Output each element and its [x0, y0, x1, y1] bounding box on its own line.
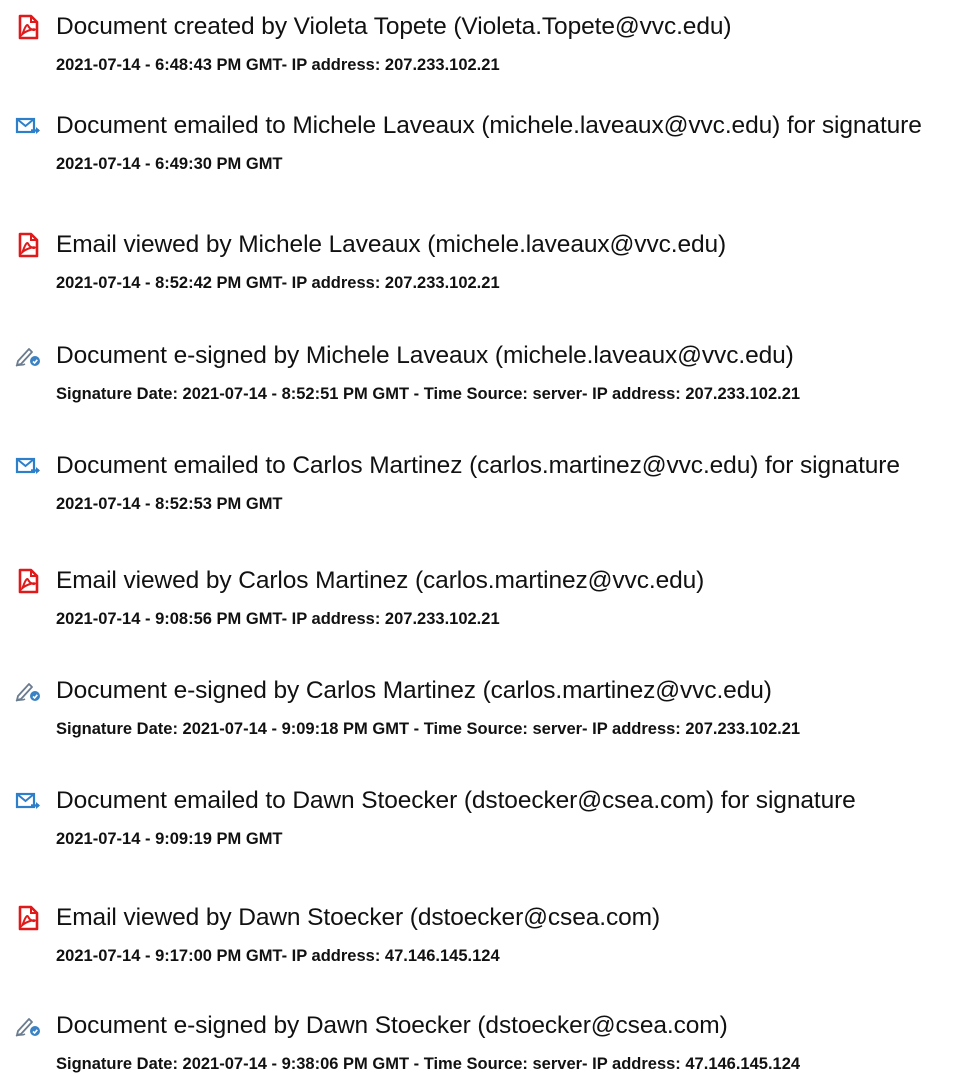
event-title: Email viewed by Carlos Martinez (carlos.…: [56, 567, 705, 594]
event-title: Document e-signed by Michele Laveaux (mi…: [56, 342, 794, 369]
email-send-icon: [14, 453, 42, 479]
event-title: Document e-signed by Dawn Stoecker (dsto…: [56, 1012, 728, 1039]
event-title: Email viewed by Dawn Stoecker (dstoecker…: [56, 904, 661, 931]
event-details: 2021-07-14 - 8:52:42 PM GMT- IP address:…: [56, 274, 500, 292]
event-details: 2021-07-14 - 6:48:43 PM GMT- IP address:…: [56, 56, 500, 74]
event-title: Document emailed to Michele Laveaux (mic…: [56, 112, 922, 139]
event-details: Signature Date: 2021-07-14 - 9:38:06 PM …: [56, 1055, 801, 1073]
pdf-document-icon: [14, 905, 42, 931]
event-details: 2021-07-14 - 9:08:56 PM GMT- IP address:…: [56, 610, 500, 628]
event-title: Document emailed to Dawn Stoecker (dstoe…: [56, 787, 856, 814]
pdf-document-icon: [14, 232, 42, 258]
event-title: Document created by Violeta Topete (Viol…: [56, 13, 732, 40]
email-send-icon: [14, 113, 42, 139]
email-send-icon: [14, 788, 42, 814]
event-title: Document e-signed by Carlos Martinez (ca…: [56, 677, 772, 704]
event-details: 2021-07-14 - 6:49:30 PM GMT: [56, 155, 283, 173]
pdf-document-icon: [14, 14, 42, 40]
e-sign-pen-icon: [14, 678, 42, 704]
event-details: 2021-07-14 - 9:17:00 PM GMT- IP address:…: [56, 947, 500, 965]
event-details: 2021-07-14 - 8:52:53 PM GMT: [56, 495, 283, 513]
e-sign-pen-icon: [14, 343, 42, 369]
event-title: Email viewed by Michele Laveaux (michele…: [56, 231, 727, 258]
event-details: Signature Date: 2021-07-14 - 8:52:51 PM …: [56, 385, 801, 403]
event-details: 2021-07-14 - 9:09:19 PM GMT: [56, 830, 283, 848]
pdf-document-icon: [14, 568, 42, 594]
e-sign-pen-icon: [14, 1013, 42, 1039]
event-details: Signature Date: 2021-07-14 - 9:09:18 PM …: [56, 720, 801, 738]
event-title: Document emailed to Carlos Martinez (car…: [56, 452, 900, 479]
